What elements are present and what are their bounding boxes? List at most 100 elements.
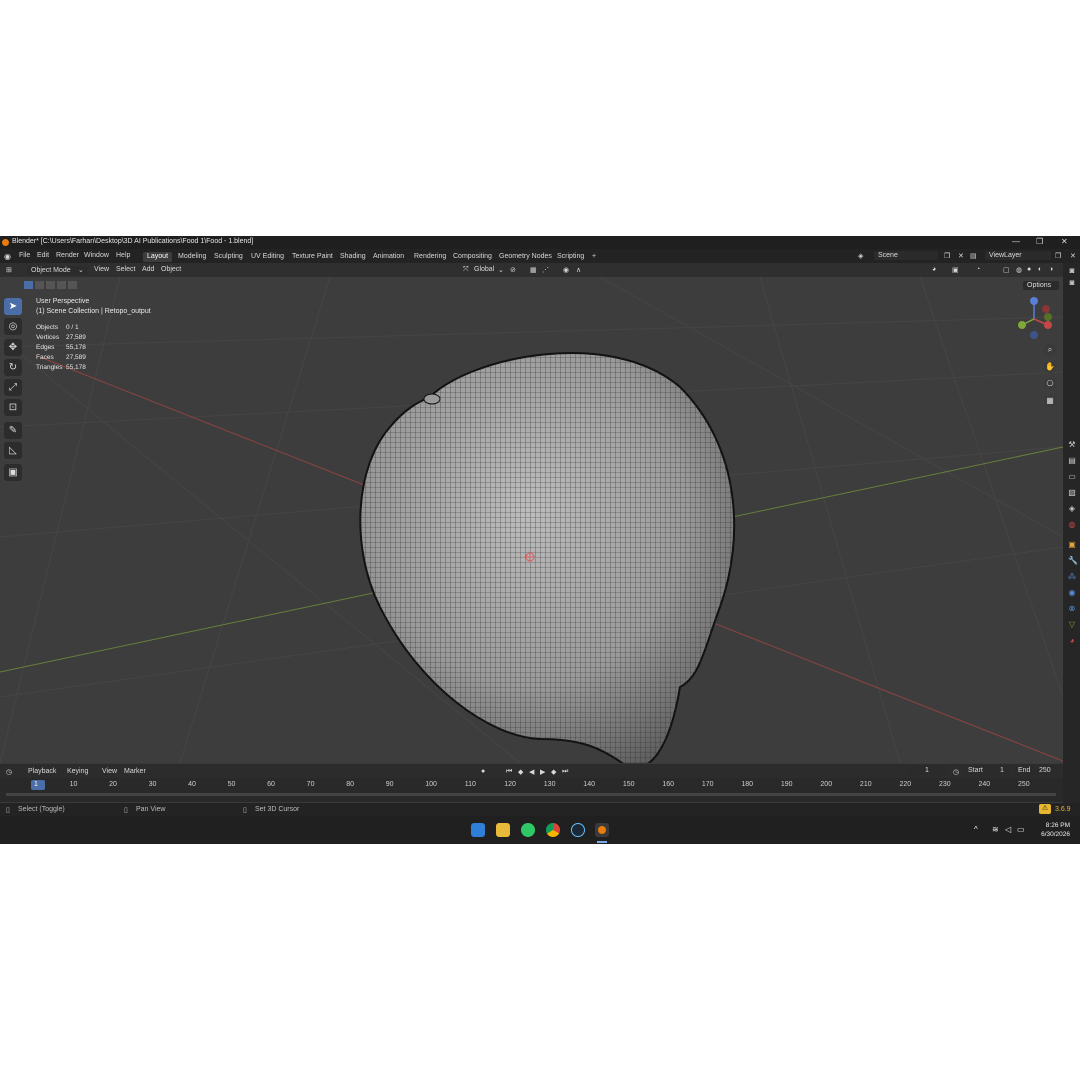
menu-window[interactable]: Window [84, 252, 109, 259]
viewlayer-field[interactable]: ViewLayer [985, 251, 1051, 260]
render-preview-icon[interactable]: ◙ [1068, 279, 1076, 287]
select-extend-icon[interactable] [35, 281, 44, 289]
falloff-icon[interactable]: ∧ [576, 266, 581, 274]
physics-icon[interactable]: ◉ [1068, 589, 1076, 597]
add-cube-tool[interactable]: ▣ [4, 464, 22, 481]
tab-geometry-nodes[interactable]: Geometry Nodes [495, 252, 556, 262]
tab-texture-paint[interactable]: Texture Paint [288, 252, 337, 262]
menu-object[interactable]: Object [161, 266, 181, 273]
scale-tool[interactable]: ⤢ [4, 379, 22, 396]
mesh-data-icon[interactable]: ▽ [1068, 621, 1076, 629]
jump-start-icon[interactable]: ⏮ [506, 768, 512, 776]
material-props-icon[interactable]: ◕ [1068, 637, 1076, 645]
select-new-icon[interactable] [24, 281, 33, 289]
new-scene-icon[interactable]: ❐ [944, 252, 950, 260]
play-icon[interactable]: ▶ [540, 768, 545, 776]
scene-field[interactable]: Scene [874, 251, 938, 260]
menu-render[interactable]: Render [56, 252, 79, 259]
next-key-icon[interactable]: ◆ [551, 768, 556, 776]
file-explorer-icon[interactable] [496, 823, 510, 837]
blender-menu-icon[interactable]: ◉ [4, 252, 11, 261]
overlay-toggle-icon[interactable]: ◔ [976, 266, 980, 273]
delete-scene-icon[interactable]: ✕ [958, 252, 964, 260]
select-subtract-icon[interactable] [46, 281, 55, 289]
current-frame-field[interactable]: 1 [907, 766, 947, 775]
shading-rendered-icon[interactable]: ◑ [1049, 266, 1053, 273]
jump-end-icon[interactable]: ⏭ [562, 768, 568, 776]
ortho-grid-icon[interactable]: ▦ [1044, 395, 1056, 407]
camera-icon[interactable]: ◙ [1068, 267, 1076, 275]
clock-date[interactable]: 6/30/2026 [1030, 831, 1070, 838]
world-props-icon[interactable]: ◍ [1068, 521, 1076, 529]
clock-time[interactable]: 8:26 PM [1030, 822, 1070, 829]
shading-wireframe-icon[interactable]: ◍ [1016, 266, 1022, 274]
shading-solid-icon[interactable]: ● [1027, 266, 1031, 273]
rotate-tool[interactable]: ↻ [4, 359, 22, 376]
orientation-select[interactable]: Global [474, 266, 494, 273]
snap-icon[interactable]: ▦ [530, 266, 537, 274]
delete-viewlayer-icon[interactable]: ✕ [1070, 252, 1076, 260]
mesh-object[interactable] [0, 277, 1063, 763]
wifi-icon[interactable]: ≋ [992, 825, 999, 834]
playback-menu[interactable]: Playback [28, 768, 56, 775]
volume-icon[interactable]: ◁ [1005, 825, 1011, 834]
annotate-tool[interactable]: ✎ [4, 422, 22, 439]
modifier-props-icon[interactable]: 🔧 [1068, 557, 1078, 565]
tab-shading[interactable]: Shading [336, 252, 370, 262]
tab-layout[interactable]: Layout [143, 252, 173, 262]
mode-select[interactable]: Object Mode ⌄ [27, 266, 87, 275]
new-viewlayer-icon[interactable]: ❐ [1055, 252, 1061, 260]
menu-select[interactable]: Select [116, 266, 135, 273]
select-intersect-icon[interactable] [68, 281, 77, 289]
menu-file[interactable]: File [19, 252, 30, 259]
visibility-icon[interactable]: ◕ [932, 266, 936, 273]
warning-icon[interactable]: ⚠ [1039, 804, 1051, 814]
timeline-scrollbar[interactable] [6, 793, 1056, 796]
play-reverse-icon[interactable]: ◀ [529, 768, 534, 776]
close-button[interactable]: ✕ [1061, 237, 1068, 246]
marker-menu[interactable]: Marker [124, 768, 146, 775]
minimize-button[interactable]: — [1012, 237, 1020, 246]
tab-animation[interactable]: Animation [369, 252, 408, 262]
tool-settings-icon[interactable]: ⚒ [1068, 441, 1076, 449]
gizmo-toggle-icon[interactable]: ▣ [952, 266, 959, 274]
move-tool[interactable]: ✥ [4, 339, 22, 356]
add-workspace-button[interactable]: + [588, 252, 600, 262]
xray-icon[interactable]: ▢ [1003, 266, 1010, 274]
tab-scripting[interactable]: Scripting [553, 252, 588, 262]
maximize-button[interactable]: ❐ [1036, 237, 1043, 246]
menu-help[interactable]: Help [116, 252, 130, 259]
tab-rendering[interactable]: Rendering [410, 252, 450, 262]
pivot-icon[interactable]: ⊘ [510, 266, 516, 274]
output-props-icon[interactable]: ▭ [1068, 473, 1076, 481]
select-box-tool[interactable]: ➤ [4, 298, 22, 315]
auto-key-icon[interactable]: ● [481, 768, 485, 775]
particles-icon[interactable]: ⁂ [1068, 573, 1076, 581]
transform-tool[interactable]: ⊡ [4, 399, 22, 416]
tab-compositing[interactable]: Compositing [449, 252, 496, 262]
proportional-edit-icon[interactable]: ◉ [563, 266, 569, 274]
keying-menu[interactable]: Keying [67, 768, 88, 775]
menu-edit[interactable]: Edit [37, 252, 49, 259]
options-dropdown[interactable]: Options [1023, 281, 1059, 290]
pan-hand-icon[interactable]: ✋ [1044, 361, 1056, 373]
chrome-icon[interactable] [546, 823, 560, 837]
end-frame-field[interactable]: End 250 [1014, 766, 1060, 775]
start-frame-field[interactable]: Start 1 [964, 766, 1010, 775]
shading-material-icon[interactable]: ◐ [1038, 266, 1042, 273]
menu-view[interactable]: View [94, 266, 109, 273]
select-invert-icon[interactable] [57, 281, 66, 289]
cursor-tool[interactable]: ◎ [4, 318, 22, 335]
zoom-icon[interactable]: ⌕ [1044, 344, 1056, 356]
measure-tool[interactable]: ◺ [4, 442, 22, 459]
constraints-icon[interactable]: ⊗ [1068, 605, 1076, 613]
timeline-view-menu[interactable]: View [102, 768, 117, 775]
object-props-icon[interactable]: ▣ [1068, 541, 1076, 549]
editor-type-icon[interactable]: ⊞ [6, 266, 12, 274]
whatsapp-icon[interactable] [521, 823, 535, 837]
windows-start-icon[interactable] [471, 823, 485, 837]
view-layer-icon[interactable]: ▧ [1068, 489, 1076, 497]
prev-key-icon[interactable]: ◆ [518, 768, 523, 776]
tray-chevron-icon[interactable]: ^ [974, 825, 978, 834]
3d-viewport[interactable]: User Perspective (1) Scene Collection | … [0, 277, 1063, 763]
